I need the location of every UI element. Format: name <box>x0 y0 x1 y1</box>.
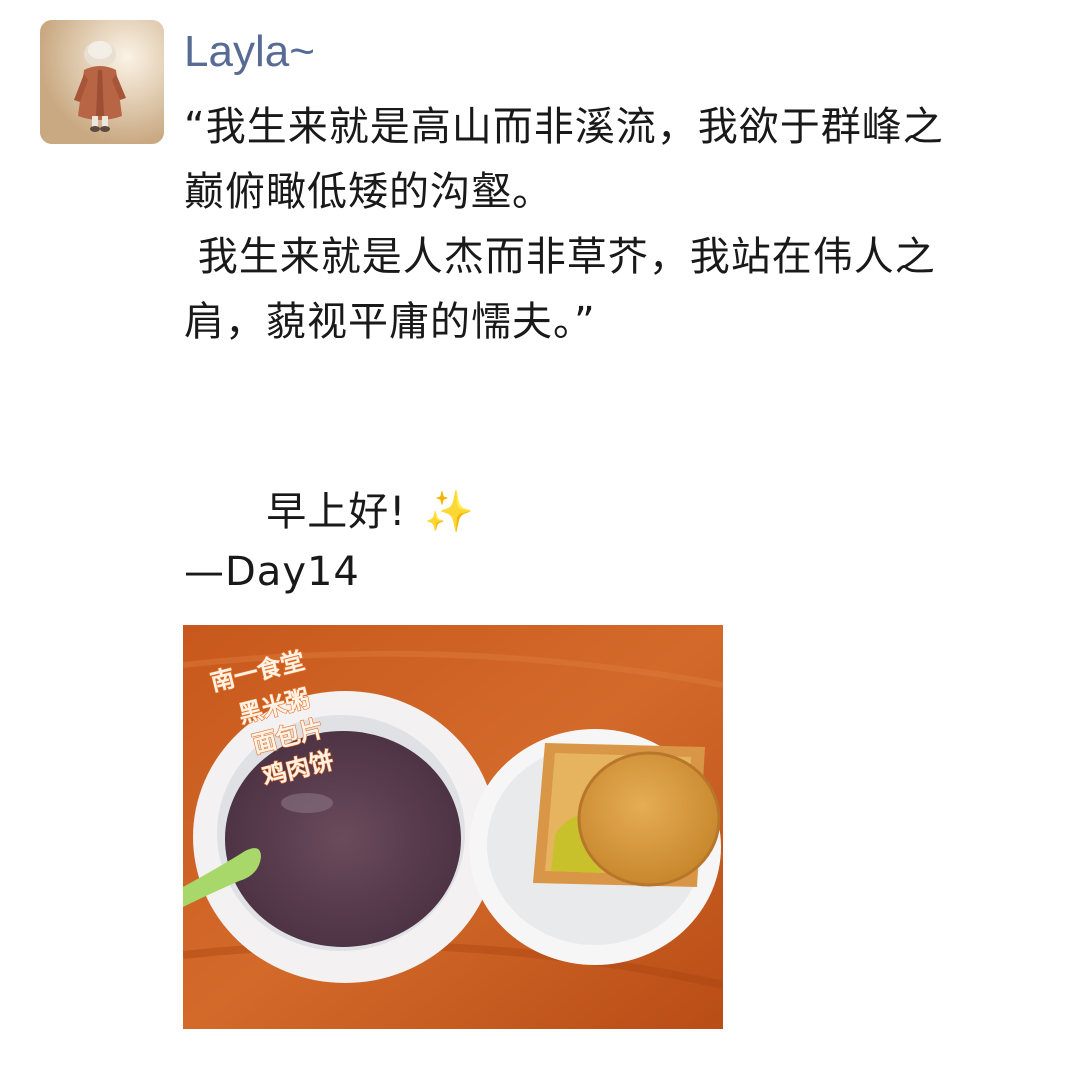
moments-post: Layla~ “我生来就是高山而非溪流，我欲于群峰之 巅俯瞰低矮的沟壑。 我生来… <box>0 0 1080 1076</box>
post-text: “我生来就是高山而非溪流，我欲于群峰之 巅俯瞰低矮的沟壑。 我生来就是人杰而非草… <box>184 95 1044 605</box>
avatar[interactable] <box>40 20 164 144</box>
greeting-text: 早上好! <box>266 489 407 535</box>
post-line: “我生来就是高山而非溪流，我欲于群峰之 <box>184 104 944 150</box>
signature-line: —Day14 <box>184 549 360 595</box>
avatar-illustration-icon <box>40 20 164 144</box>
post-line: 肩，藐视平庸的懦夫。” <box>184 299 596 345</box>
sparkles-icon: ✨ <box>424 489 476 535</box>
post-line: 巅俯瞰低矮的沟壑。 <box>184 169 553 215</box>
breakfast-photo-image: 南一食堂 黑米粥 面包片 鸡肉饼 <box>183 625 723 1029</box>
post-photo[interactable]: 南一食堂 黑米粥 面包片 鸡肉饼 <box>183 625 723 1029</box>
username-link[interactable]: Layla~ <box>184 22 315 82</box>
greeting-line: 早上好! ✨ <box>184 415 1044 535</box>
post-line: 我生来就是人杰而非草芥，我站在伟人之 <box>184 234 936 280</box>
